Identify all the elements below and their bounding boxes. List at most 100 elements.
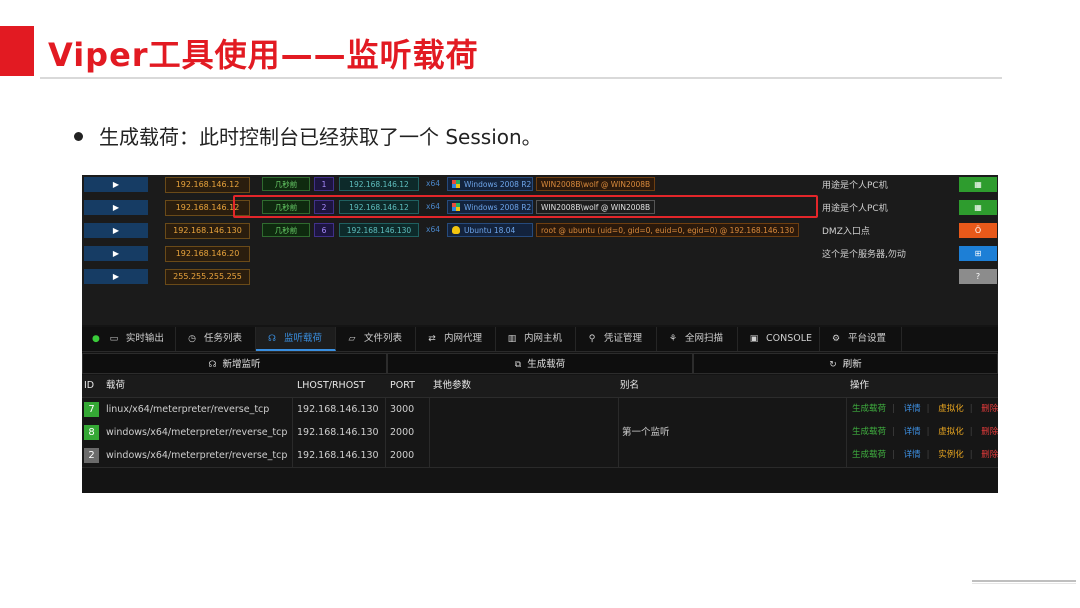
port-cell: 2000 xyxy=(390,450,415,461)
host-row: ▶ 192.168.146.12 几秒前 1 192.168.146.12 x6… xyxy=(82,175,998,196)
tab-label: CONSOLE xyxy=(766,333,813,344)
row-actions: 生成载荷 | 详情 | 实例化 | 删除 xyxy=(852,450,998,460)
tab-realtime-output[interactable]: ● ▭ 实时输出 xyxy=(82,327,176,351)
session-ip: 192.168.146.130 xyxy=(339,223,419,237)
host-row: ▶ 192.168.146.130 几秒前 6 192.168.146.130 … xyxy=(82,221,998,242)
virtualize-link[interactable]: 虚拟化 xyxy=(938,404,964,414)
new-listener-button[interactable]: ☊ 新增监听 xyxy=(82,353,387,374)
refresh-button[interactable]: ↻ 刷新 xyxy=(693,353,998,374)
headset-icon: ☊ xyxy=(208,360,217,370)
tab-bar: ● ▭ 实时输出 ◷ 任务列表 ☊ 监听载荷 ▱ 文件列表 ⇄ 内网代理 ▥ 内网主机 ⚲ 凭证… xyxy=(82,327,998,352)
generate-payload-link[interactable]: 生成载荷 xyxy=(852,404,886,414)
instantiate-link[interactable]: 实例化 xyxy=(938,450,964,460)
tab-listener-payload[interactable]: ☊ 监听载荷 xyxy=(256,327,336,351)
monitor-icon: ▭ xyxy=(109,334,119,344)
tab-label: 全网扫描 xyxy=(685,333,724,344)
session-os: Windows 2008 R2 xyxy=(447,177,533,191)
tab-console[interactable]: ▣ CONSOLE xyxy=(738,327,820,351)
tab-credentials[interactable]: ⚲ 凭证管理 xyxy=(576,327,657,351)
host-ip: 192.168.146.12 xyxy=(165,177,250,193)
generate-payload-link[interactable]: 生成载荷 xyxy=(852,450,886,460)
col-host: LHOST/RHOST xyxy=(297,380,366,391)
expand-button[interactable]: ▶ xyxy=(84,200,148,215)
host-cell: 192.168.146.130 xyxy=(297,404,379,415)
console-icon: ▣ xyxy=(749,334,759,344)
status-dot-icon: ● xyxy=(92,334,100,344)
expand-button[interactable]: ▶ xyxy=(84,269,148,284)
headset-icon: ☊ xyxy=(268,334,276,344)
corner-divider xyxy=(972,583,1076,584)
linux-icon xyxy=(452,226,460,234)
tab-platform-settings[interactable]: ⚙ 平台设置 xyxy=(820,327,902,351)
os-label: Windows 2008 R2 xyxy=(464,180,532,189)
refresh-icon: ↻ xyxy=(829,360,837,370)
tab-label: 任务列表 xyxy=(204,333,243,344)
virtualize-link[interactable]: 虚拟化 xyxy=(938,427,964,437)
scan-icon: ⚘ xyxy=(668,334,678,344)
host-action-button[interactable]: ? xyxy=(959,269,997,284)
host-ip: 192.168.146.20 xyxy=(165,246,250,262)
host-cell: 192.168.146.130 xyxy=(297,427,379,438)
host-action-button[interactable]: ▦ xyxy=(959,200,997,215)
expand-button[interactable]: ▶ xyxy=(84,246,148,261)
listener-id: 2 xyxy=(84,448,99,463)
host-remark: 用途是个人PC机 xyxy=(822,204,888,214)
row-actions: 生成载荷 | 详情 | 虚拟化 | 删除 xyxy=(852,404,998,414)
port-cell: 3000 xyxy=(390,404,415,415)
folder-icon: ▱ xyxy=(348,334,356,344)
payload-cell: windows/x64/meterpreter/reverse_tcp xyxy=(106,427,288,438)
host-action-button[interactable]: Ö xyxy=(959,223,997,238)
col-alias: 别名 xyxy=(620,380,640,391)
tab-label: 实时输出 xyxy=(125,333,164,344)
server-icon: ▥ xyxy=(507,334,517,344)
delete-link[interactable]: 删除 xyxy=(981,427,998,437)
session-highlight-box xyxy=(233,195,818,218)
table-row: 7 linux/x64/meterpreter/reverse_tcp 192.… xyxy=(82,398,998,422)
host-remark: DMZ入口点 xyxy=(822,227,870,237)
session-user: WIN2008B\wolf @ WIN2008B xyxy=(536,177,656,191)
tab-file-list[interactable]: ▱ 文件列表 xyxy=(336,327,416,351)
button-label: 新增监听 xyxy=(222,359,261,370)
host-action-button[interactable]: ⊞ xyxy=(959,246,997,261)
tab-network-scan[interactable]: ⚘ 全网扫描 xyxy=(657,327,738,351)
generate-payload-link[interactable]: 生成载荷 xyxy=(852,427,886,437)
title-accent-bar xyxy=(0,26,34,76)
listener-table-header: ID 载荷 LHOST/RHOST PORT 其他参数 别名 操作 xyxy=(82,375,998,398)
col-port: PORT xyxy=(390,380,415,391)
tab-intranet-proxy[interactable]: ⇄ 内网代理 xyxy=(416,327,496,351)
session-time: 几秒前 xyxy=(262,223,310,237)
tab-intranet-hosts[interactable]: ▥ 内网主机 xyxy=(496,327,576,351)
col-actions: 操作 xyxy=(850,380,870,391)
payload-cell: linux/x64/meterpreter/reverse_tcp xyxy=(106,404,270,415)
title-divider xyxy=(40,77,1002,79)
session-id: 1 xyxy=(314,177,334,191)
delete-link[interactable]: 删除 xyxy=(981,404,998,414)
listener-id: 8 xyxy=(84,425,99,440)
viper-screenshot: ▶ 192.168.146.12 几秒前 1 192.168.146.12 x6… xyxy=(82,175,998,493)
col-payload: 载荷 xyxy=(106,380,126,391)
session-arch: x64 xyxy=(426,179,440,188)
key-icon: ⚲ xyxy=(588,334,596,344)
generate-payload-button[interactable]: ⧉ 生成载荷 xyxy=(387,353,693,374)
tab-task-list[interactable]: ◷ 任务列表 xyxy=(176,327,256,351)
col-id: ID xyxy=(84,380,95,391)
host-ip: 255.255.255.255 xyxy=(165,269,250,285)
copy-icon: ⧉ xyxy=(514,360,522,370)
windows-icon xyxy=(452,180,460,188)
port-cell: 2000 xyxy=(390,427,415,438)
details-link[interactable]: 详情 xyxy=(904,450,921,460)
button-label: 刷新 xyxy=(842,359,862,370)
bullet-text: 生成载荷：此时控制台已经获取了一个 Session。 xyxy=(74,121,542,150)
tab-label: 凭证管理 xyxy=(604,333,643,344)
host-cell: 192.168.146.130 xyxy=(297,450,379,461)
tab-label: 文件列表 xyxy=(364,333,403,344)
proxy-icon: ⇄ xyxy=(428,334,436,344)
bullet-dot-icon xyxy=(74,132,83,141)
expand-button[interactable]: ▶ xyxy=(84,223,148,238)
details-link[interactable]: 详情 xyxy=(904,404,921,414)
host-action-button[interactable]: ▦ xyxy=(959,177,997,192)
expand-button[interactable]: ▶ xyxy=(84,177,148,192)
delete-link[interactable]: 删除 xyxy=(981,450,998,460)
details-link[interactable]: 详情 xyxy=(904,427,921,437)
host-row: ▶ 255.255.255.255 ? xyxy=(82,267,998,288)
